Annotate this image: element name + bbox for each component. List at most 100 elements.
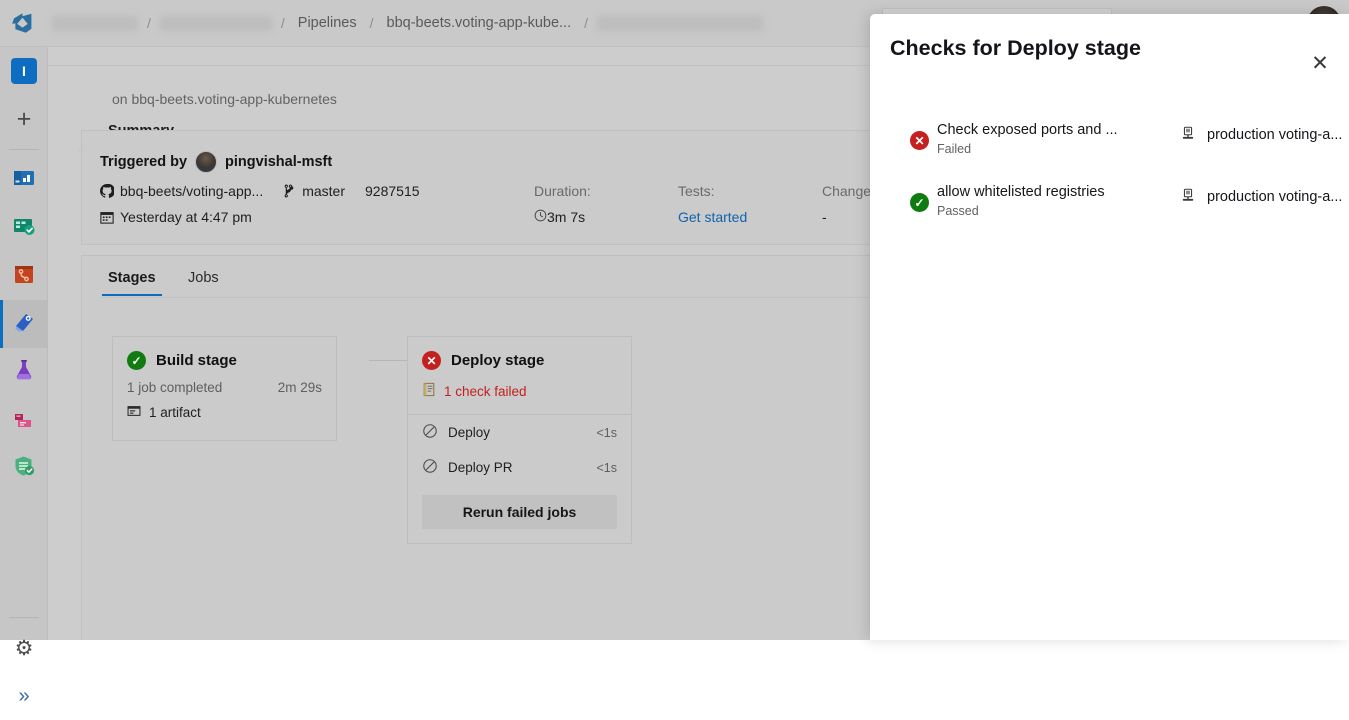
date-label: Yesterday at 4:47 pm (120, 209, 252, 225)
tab-stages[interactable]: Stages (100, 264, 164, 296)
deploy-task-time: <1s (596, 461, 617, 475)
triggered-by-label: Triggered by (100, 154, 187, 170)
deploy-check-label: 1 check failed (444, 384, 527, 399)
breadcrumb-org[interactable] (52, 16, 138, 31)
build-stage-jobs-row: 1 job completed 2m 29s (113, 370, 336, 395)
sidebar-item-pipelines[interactable] (0, 300, 48, 348)
deploy-stage-card[interactable]: ✕ Deploy stage 1 check failed Deploy <1s (407, 336, 632, 544)
check-resource-label: production voting-a... (1207, 189, 1342, 205)
github-icon (100, 184, 114, 198)
duration-value: 3m 7s (534, 209, 585, 225)
deploy-stage-header: ✕ Deploy stage (408, 337, 631, 370)
deploy-task-row[interactable]: Deploy PR <1s (408, 450, 631, 485)
branch-icon (283, 184, 296, 198)
sidebar-item-boards[interactable] (0, 204, 48, 252)
check-list-item[interactable]: ✓ allow whitelisted registries Passed pr… (870, 184, 1349, 238)
project-initial-tile: I (11, 58, 37, 84)
check-resource: production voting-a... (1180, 125, 1342, 145)
breadcrumb-pipeline-name[interactable]: bbq-beets.voting-app-kube... (379, 15, 580, 31)
chevron-double-right-icon: » (18, 686, 29, 706)
repo-row[interactable]: bbq-beets/voting-app... master 9287515 (100, 183, 420, 199)
tests-get-started-link[interactable]: Get started (678, 209, 747, 225)
rerun-failed-jobs-button[interactable]: Rerun failed jobs (422, 495, 617, 529)
page-subtitle: on bbq-beets.voting-app-kubernetes (112, 91, 337, 107)
sidebar-item-new[interactable]: + (0, 95, 48, 143)
sidebar-item-artifacts[interactable] (0, 396, 48, 444)
plus-icon: + (17, 107, 32, 132)
deploy-task-time: <1s (596, 426, 617, 440)
tab-jobs[interactable]: Jobs (180, 264, 227, 296)
breadcrumb-run[interactable] (597, 16, 763, 31)
stage-connector (369, 360, 407, 361)
checks-panel: Checks for Deploy stage ✕ ✕ Check expose… (870, 14, 1349, 640)
date-row: Yesterday at 4:47 pm (100, 209, 252, 225)
build-jobs-summary: 1 job completed (127, 380, 222, 395)
close-icon[interactable]: ✕ (1305, 48, 1335, 78)
test-plans-icon (12, 358, 36, 387)
artifact-icon (127, 404, 141, 421)
security-shield-icon (12, 454, 36, 483)
sidebar-item-project[interactable]: I (0, 47, 48, 95)
rail-divider-bottom (9, 617, 39, 618)
success-icon: ✓ (127, 351, 146, 370)
breadcrumb-separator: / (276, 15, 290, 31)
clock-icon (534, 209, 547, 225)
sidebar-item-test-plans[interactable] (0, 348, 48, 396)
sidebar-item-settings[interactable]: ⚙ (0, 624, 48, 672)
triggered-by-row: Triggered by pingvishal-msft (100, 151, 332, 173)
deploy-check-failed-row[interactable]: 1 check failed (408, 370, 631, 400)
sidebar-item-security[interactable] (0, 444, 48, 492)
calendar-icon (100, 210, 114, 224)
breadcrumb-separator: / (142, 15, 156, 31)
check-resource-label: production voting-a... (1207, 127, 1342, 143)
sidebar-expand-button[interactable]: » (0, 672, 48, 720)
check-name: allow whitelisted registries (937, 184, 1105, 200)
build-stage-header: ✓ Build stage (113, 337, 336, 370)
build-artifact-label: 1 artifact (149, 405, 201, 420)
sidebar-item-overview[interactable] (0, 156, 48, 204)
check-status: Failed (937, 142, 971, 156)
pipelines-icon (12, 310, 36, 339)
commit-id: 9287515 (365, 183, 420, 199)
triggered-by-user[interactable]: pingvishal-msft (225, 154, 332, 170)
deploy-task-name: Deploy (448, 425, 596, 440)
error-icon: ✕ (910, 131, 929, 150)
build-stage-title: Build stage (156, 352, 237, 369)
environment-resource-icon (1180, 187, 1196, 207)
breadcrumb: / / Pipelines / bbq-beets.voting-app-kub… (48, 0, 767, 47)
panel-title: Checks for Deploy stage (890, 36, 1141, 61)
breadcrumb-project[interactable] (160, 16, 272, 31)
error-icon: ✕ (422, 351, 441, 370)
breadcrumb-separator: / (579, 15, 593, 31)
success-icon: ✓ (910, 193, 929, 212)
build-duration: 2m 29s (278, 380, 322, 395)
boards-icon (12, 214, 36, 243)
build-stage-card[interactable]: ✓ Build stage 1 job completed 2m 29s 1 a… (112, 336, 337, 441)
checklist-icon (422, 382, 436, 400)
skipped-icon (422, 423, 438, 442)
deploy-task-row[interactable]: Deploy <1s (408, 415, 631, 450)
deploy-stage-title: Deploy stage (451, 352, 544, 369)
azure-devops-logo[interactable] (0, 0, 48, 47)
duration-text: 3m 7s (547, 209, 585, 225)
check-name: Check exposed ports and ... (937, 122, 1118, 138)
changes-value: - (822, 209, 827, 225)
duration-header: Duration: (534, 183, 591, 199)
environment-resource-icon (1180, 125, 1196, 145)
build-artifact-row[interactable]: 1 artifact (113, 395, 336, 421)
branch-label: master (302, 183, 345, 199)
check-status: Passed (937, 204, 979, 218)
sidebar-item-repos[interactable] (0, 252, 48, 300)
tests-header: Tests: (678, 183, 715, 199)
triggered-by-avatar (195, 151, 217, 173)
artifacts-icon (12, 406, 36, 435)
overview-icon (12, 166, 36, 195)
breadcrumb-separator: / (365, 15, 379, 31)
skipped-icon (422, 458, 438, 477)
check-resource: production voting-a... (1180, 187, 1342, 207)
check-list-item[interactable]: ✕ Check exposed ports and ... Failed pro… (870, 122, 1349, 176)
repo-label: bbq-beets/voting-app... (120, 183, 263, 199)
breadcrumb-pipelines[interactable]: Pipelines (290, 15, 365, 31)
gear-icon: ⚙ (15, 638, 34, 659)
rail-divider (9, 149, 39, 150)
